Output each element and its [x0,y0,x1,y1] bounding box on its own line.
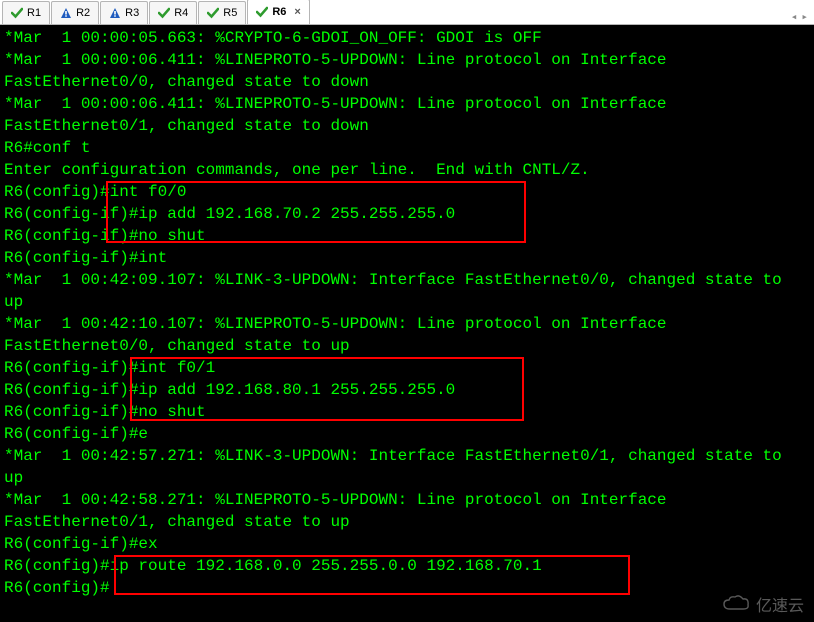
terminal-output[interactable]: *Mar 1 00:00:05.663: %CRYPTO-6-GDOI_ON_O… [0,25,814,622]
close-icon[interactable]: × [294,6,300,18]
tab-r1[interactable]: R1 [2,1,50,24]
tab-r6[interactable]: R6 × [247,0,310,24]
scroll-left-icon[interactable]: ◂ [791,10,798,24]
tab-r5[interactable]: R5 [198,1,246,24]
annotation-highlight [130,357,524,421]
tab-r3[interactable]: R3 [100,1,148,24]
check-icon [11,7,23,19]
tab-r4[interactable]: R4 [149,1,197,24]
annotation-highlight [106,181,526,243]
tab-r2[interactable]: R2 [51,1,99,24]
tab-label: R6 [272,6,286,18]
check-icon [256,6,268,18]
warn-icon [109,7,121,19]
tab-label: R1 [27,7,41,19]
scroll-right-icon[interactable]: ▸ [801,10,808,24]
tab-label: R4 [174,7,188,19]
check-icon [158,7,170,19]
tab-bar: R1 R2 R3 R4 R5 R6 × ◂ ▸ [0,0,814,25]
warn-icon [60,7,72,19]
check-icon [207,7,219,19]
tabbar-scroll: ◂ ▸ [791,10,814,24]
tab-label: R3 [125,7,139,19]
tab-label: R5 [223,7,237,19]
annotation-highlight [114,555,630,595]
tab-label: R2 [76,7,90,19]
